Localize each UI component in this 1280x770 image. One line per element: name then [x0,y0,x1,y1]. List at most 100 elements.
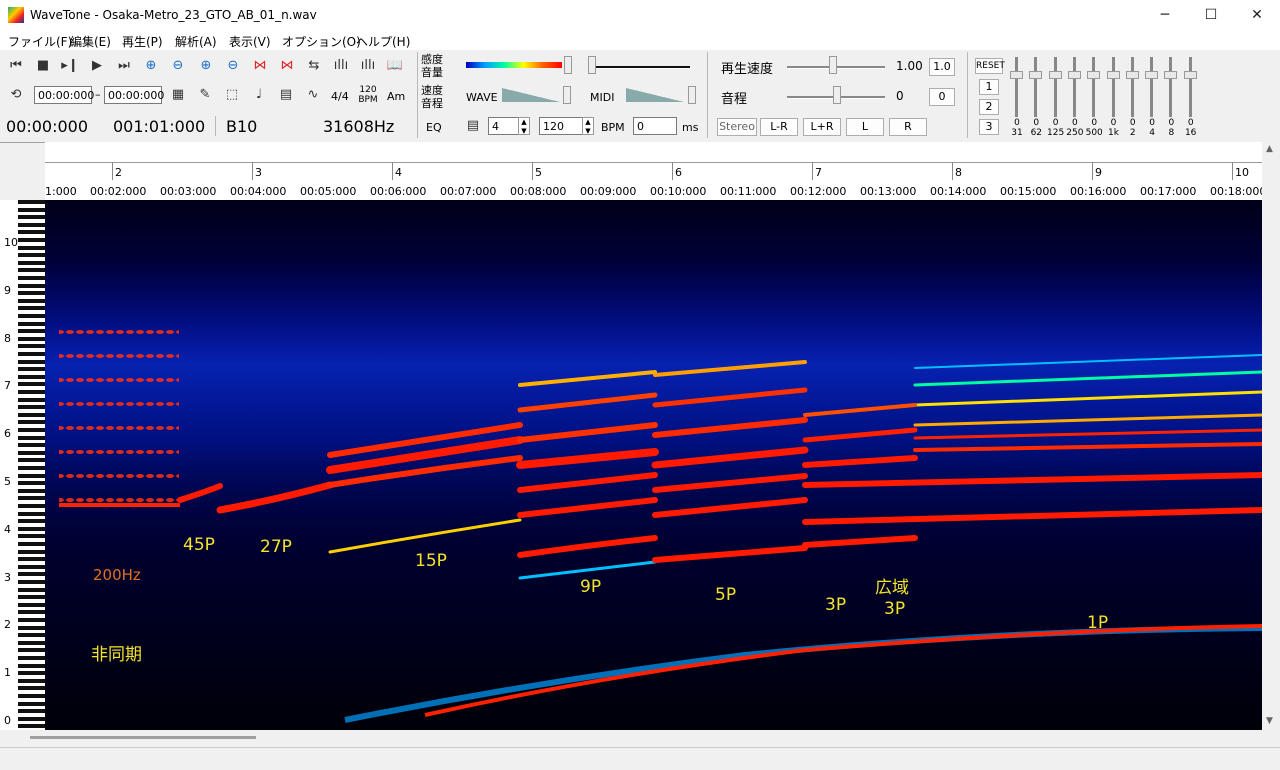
time-label: 00:15:000 [1000,185,1057,198]
eq-track [1034,57,1038,117]
eq-slider-125[interactable] [1048,57,1063,117]
time-label: 00:10:000 [650,185,707,198]
speed-slider-thumb[interactable] [829,56,837,74]
waveform-alt-icon[interactable]: ıllı [358,56,378,76]
pen-icon[interactable]: ✎ [195,85,215,105]
eq-thumb[interactable] [1183,71,1197,79]
menu-help[interactable]: ヘルプ(H) [356,33,410,50]
eq-preset-2-button[interactable]: 2 [979,99,999,115]
minimize-button[interactable]: ─ [1142,0,1188,30]
eq-slider-8[interactable] [1164,57,1178,117]
label-45p: 45P [183,535,215,555]
waveform-icon[interactable]: ıllı [331,56,351,76]
select-rect-icon[interactable]: ⬚ [222,85,242,105]
stereo-button[interactable]: Stereo [717,118,757,136]
l-plus-r-button[interactable]: L+R [803,118,841,136]
horizontal-scroll-thumb[interactable] [30,736,256,739]
menu-file[interactable]: ファイル(F) [8,33,72,50]
offset-input[interactable]: 0 [633,117,677,135]
wave-volume-thumb[interactable] [563,86,571,104]
scroll-up-icon[interactable]: ▲ [1266,144,1273,154]
midi-volume-thumb[interactable] [688,86,696,104]
eq-thumb[interactable] [1048,71,1062,79]
layout-icon[interactable]: ▦ [168,85,188,105]
color-scale-thumb[interactable] [564,56,572,74]
bpm-input[interactable]: 120 [539,117,583,135]
key-button[interactable]: Am [387,90,405,103]
swap-icon[interactable]: ⇆ [304,56,324,76]
play-icon[interactable]: ▶ [87,56,107,76]
eq-slider-62[interactable] [1029,57,1043,117]
pitch-label: 音程 [721,92,748,107]
time-label: 00:11:000 [720,185,777,198]
scroll-down-icon[interactable]: ▼ [1266,716,1273,726]
eq-slider-31[interactable] [1010,57,1024,117]
eq-thumb[interactable] [1087,71,1101,79]
eq-thumb[interactable] [1067,71,1081,79]
volume-slider-thumb[interactable] [588,56,596,74]
label-3p: 3P [825,595,846,615]
eq-thumb[interactable] [1164,71,1178,79]
eq-slider-16[interactable] [1183,57,1198,117]
black-key [18,595,45,600]
shrink-icon[interactable]: ⋈ [277,56,297,76]
black-key [18,222,45,227]
black-key [18,238,45,242]
curve-icon[interactable]: ∿ [303,85,323,105]
right-channel-button[interactable]: R [889,118,927,136]
bpm-spinner[interactable]: ▲ ▼ [582,117,594,135]
divider [417,52,418,138]
eq-preset-1-button[interactable]: 1 [979,79,999,95]
eq-slider-4[interactable] [1145,57,1159,117]
l-minus-r-button[interactable]: L-R [760,118,798,136]
left-channel-button[interactable]: L [846,118,884,136]
eq-slider-250[interactable] [1067,57,1082,117]
loop-end-input[interactable]: 00:00:000 [104,86,164,104]
maximize-button[interactable]: ☐ [1188,0,1234,30]
menu-view[interactable]: 表示(V) [229,33,271,50]
vertical-scrollbar[interactable]: ▲ ▼ [1262,142,1280,730]
beats-input[interactable]: 4 [488,117,520,135]
time-signature-button[interactable]: 4/4 [331,90,349,103]
eq-slider-2[interactable] [1125,57,1140,117]
menu-play[interactable]: 再生(P) [122,33,163,50]
close-button[interactable]: ✕ [1234,0,1280,30]
eq-thumb[interactable] [1145,71,1159,79]
pitch-slider-thumb[interactable] [833,86,841,104]
speed-reset-button[interactable]: 1.0 [929,58,955,76]
beats-spinner[interactable]: ▲ ▼ [518,117,530,135]
step-play-icon[interactable]: ▸❙ [60,56,80,76]
loop-icon[interactable]: ⟲ [6,85,26,105]
spectrogram-view[interactable]: 45P 27P 15P 9P 5P 3P 広域 3P 1P 200Hz 非同期 [45,200,1262,730]
loop-start-input[interactable]: 00:00:000 [34,86,94,104]
eq-reset-button[interactable]: RESET [975,58,1005,74]
zoom-out-vertical-icon[interactable]: ⊖ [223,56,243,76]
fast-forward-icon[interactable]: ⏭ [114,56,134,76]
pitch-reset-button[interactable]: 0 [929,88,955,106]
menu-edit[interactable]: 編集(E) [70,33,111,50]
zoom-in-vertical-icon[interactable]: ⊕ [196,56,216,76]
eq-thumb[interactable] [1029,71,1043,79]
menu-analyze[interactable]: 解析(A) [175,33,217,50]
note-icon[interactable]: ♩ [249,85,269,105]
eq-thumb[interactable] [1010,71,1023,79]
eq-thumb[interactable] [1125,71,1139,79]
eq-preset-3-button[interactable]: 3 [979,119,999,135]
zoom-out-horizontal-icon[interactable]: ⊖ [168,56,188,76]
menu-options[interactable]: オプション(O) [282,33,361,50]
zoom-in-horizontal-icon[interactable]: ⊕ [141,56,161,76]
bpm-button[interactable]: 120 BPM [357,85,379,105]
rewind-icon[interactable]: ⏮ [6,56,26,76]
bar-tick [252,162,253,180]
book-icon[interactable]: 📖 [385,56,405,76]
eq-thumb[interactable] [1106,71,1120,79]
eq-slider-500[interactable] [1087,57,1101,117]
eq-slider-1k[interactable] [1106,57,1121,117]
bar-tick [532,162,533,180]
label-200hz: 200Hz [93,566,141,584]
stop-icon[interactable]: ■ [33,56,53,76]
horizontal-scrollbar[interactable] [0,730,1280,747]
grid-icon[interactable]: ▤ [276,85,296,105]
volume-slider-track[interactable] [590,66,690,69]
expand-icon[interactable]: ⋈ [250,56,270,76]
